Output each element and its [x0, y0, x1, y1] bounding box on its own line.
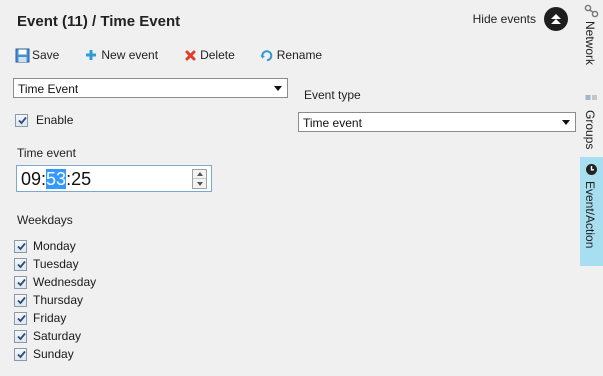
event-type-select[interactable]: Time event	[298, 112, 576, 132]
plus-icon	[83, 47, 99, 63]
panel-header: Event (11) / Time Event Hide events	[0, 0, 578, 42]
network-icon	[584, 4, 599, 18]
time-event-picker[interactable]: 09:53:25	[16, 165, 212, 192]
tuesday-label: Tuesday	[33, 257, 79, 271]
hide-events-button[interactable]	[544, 7, 568, 31]
groups-icon	[585, 95, 597, 100]
checkmark-icon	[17, 278, 26, 286]
sunday-checkbox[interactable]	[14, 347, 27, 361]
time-minutes[interactable]: 53	[46, 169, 67, 189]
tab-network[interactable]: Network	[580, 0, 603, 84]
chevron-down-icon	[274, 86, 282, 91]
weekday-monday[interactable]: Monday	[14, 237, 96, 255]
checkmark-icon	[17, 314, 26, 322]
event-type-label: Event type	[304, 88, 361, 102]
enable-label: Enable	[36, 113, 74, 127]
weekday-friday[interactable]: Friday	[14, 309, 96, 327]
delete-button[interactable]: Delete	[182, 47, 235, 63]
weekday-wednesday[interactable]: Wednesday	[14, 273, 96, 291]
tuesday-checkbox[interactable]	[14, 257, 27, 271]
hide-events-label: Hide events	[472, 12, 536, 26]
checkmark-icon	[17, 350, 26, 358]
checkmark-icon	[17, 242, 26, 250]
tab-network-label: Network	[583, 21, 597, 66]
event-type-value: Time event	[303, 116, 362, 130]
saturday-label: Saturday	[33, 329, 82, 343]
tab-groups[interactable]: Groups	[580, 88, 603, 156]
tab-event-action-label: Event/Action	[583, 181, 597, 249]
time-hours[interactable]: 09	[21, 169, 41, 189]
double-chevron-up-icon	[551, 14, 561, 24]
delete-label: Delete	[200, 48, 235, 62]
tab-groups-label: Groups	[583, 110, 597, 150]
thursday-label: Thursday	[33, 293, 84, 307]
enable-checkbox-row[interactable]: Enable	[15, 113, 73, 127]
time-seconds[interactable]: 25	[71, 169, 91, 189]
rename-icon	[259, 47, 275, 63]
monday-checkbox[interactable]	[14, 239, 27, 253]
friday-label: Friday	[33, 311, 67, 325]
clock-icon	[586, 164, 597, 175]
sunday-label: Sunday	[33, 347, 74, 361]
event-panel: Event (11) / Time Event Hide events Save	[0, 0, 578, 376]
time-spinner[interactable]	[192, 169, 207, 189]
event-select-value: Time Event	[18, 82, 79, 96]
wednesday-checkbox[interactable]	[14, 275, 27, 289]
thursday-checkbox[interactable]	[14, 293, 27, 307]
spin-up-button[interactable]	[193, 170, 206, 179]
save-icon	[14, 47, 30, 63]
chevron-down-icon	[562, 120, 570, 125]
event-select[interactable]: Time Event	[13, 78, 288, 98]
time-event-label: Time event	[17, 146, 76, 160]
weekdays-list: Monday Tuesday Wednesday Thursday Friday…	[14, 237, 96, 363]
arrow-down-icon	[197, 182, 203, 186]
time-value[interactable]: 09:53:25	[21, 169, 91, 190]
right-sidebar: Network Groups Event/Action	[580, 0, 603, 376]
rename-button[interactable]: Rename	[259, 47, 322, 63]
checkmark-icon	[17, 296, 26, 304]
saturday-checkbox[interactable]	[14, 329, 27, 343]
wednesday-label: Wednesday	[33, 275, 97, 289]
checkmark-icon	[17, 260, 26, 268]
weekday-saturday[interactable]: Saturday	[14, 327, 96, 345]
enable-checkbox[interactable]	[15, 113, 28, 127]
weekday-sunday[interactable]: Sunday	[14, 345, 96, 363]
save-button[interactable]: Save	[14, 47, 59, 63]
save-label: Save	[32, 48, 60, 62]
checkmark-icon	[18, 116, 27, 124]
weekday-thursday[interactable]: Thursday	[14, 291, 96, 309]
friday-checkbox[interactable]	[14, 311, 27, 325]
arrow-up-icon	[197, 172, 203, 176]
spin-down-button[interactable]	[193, 179, 206, 188]
toolbar: Save New event Delete Rename	[14, 45, 346, 65]
rename-label: Rename	[276, 48, 323, 62]
delete-icon	[182, 47, 198, 63]
page-title: Event (11) / Time Event	[17, 13, 181, 30]
hide-events-control[interactable]: Hide events	[473, 7, 568, 31]
new-event-button[interactable]: New event	[83, 47, 158, 63]
weekday-tuesday[interactable]: Tuesday	[14, 255, 96, 273]
monday-label: Monday	[33, 239, 76, 253]
weekdays-label: Weekdays	[17, 213, 73, 227]
tab-event-action[interactable]: Event/Action	[580, 157, 603, 266]
new-event-label: New event	[101, 48, 159, 62]
checkmark-icon	[17, 332, 26, 340]
